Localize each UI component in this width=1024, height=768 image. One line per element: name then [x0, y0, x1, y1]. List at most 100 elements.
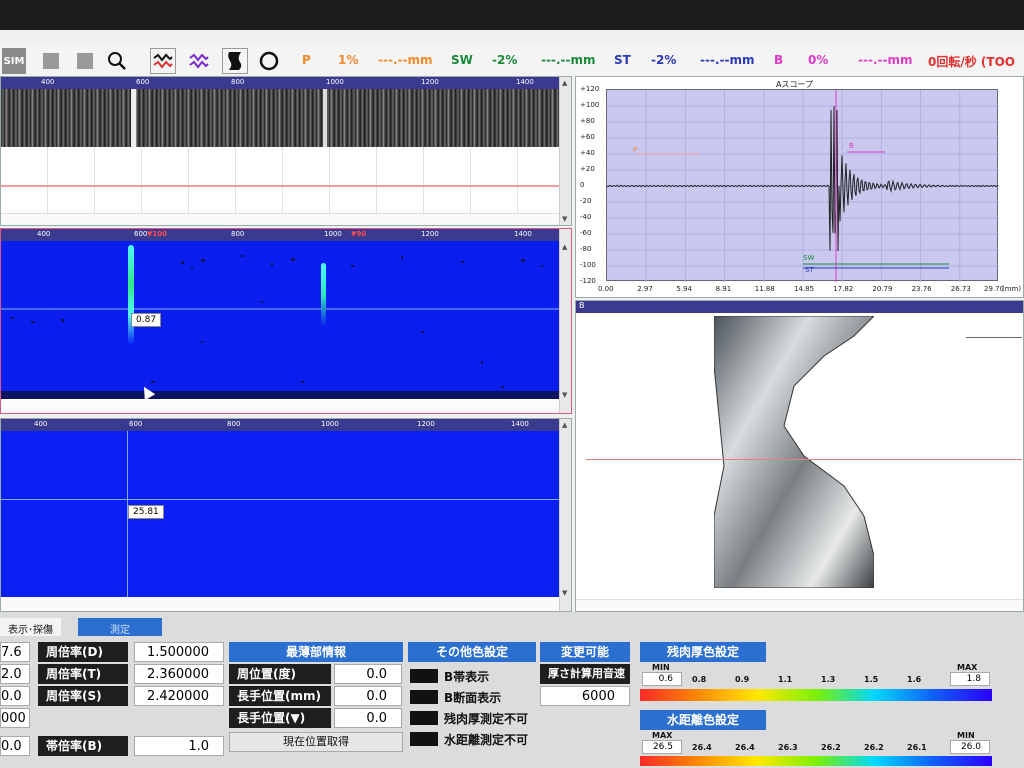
ruler-marker: ▼100 [147, 230, 167, 238]
get-position-button[interactable]: 現在位置取得 [229, 732, 403, 752]
left-value-5[interactable]: 0.0 [0, 736, 30, 756]
cscan-noise [1, 255, 559, 399]
mag-t-label: 周倍率(T) [38, 664, 128, 684]
cscan-value-label: 0.87 [131, 313, 162, 327]
thickness-hscroll[interactable] [1, 599, 559, 611]
y-tick-label: +80 [580, 117, 595, 125]
strip-vscroll[interactable]: ▲ ▼ [559, 77, 571, 225]
b-band-swatch[interactable] [410, 669, 438, 683]
scale-tick-label: 1.5 [864, 675, 879, 684]
ruler-tick: 1000 [326, 78, 344, 86]
thickness-image[interactable] [1, 431, 559, 597]
waveform-purple-button[interactable] [186, 48, 212, 74]
water-max-input[interactable]: 26.5 [642, 740, 682, 754]
sound-speed-input[interactable]: 6000 [540, 686, 630, 706]
changeable-header: 変更可能 [540, 642, 630, 662]
ruler-tick: 1200 [421, 78, 439, 86]
bottom-ruler: 400 600 800 1000 1200 1400 [1, 419, 559, 431]
thickness-cursor-line [1, 499, 559, 500]
strip-hscroll[interactable] [1, 213, 559, 225]
p-gate-label: P [302, 53, 311, 67]
scale-tick-label: 0.8 [692, 675, 707, 684]
shape-s-button[interactable] [222, 48, 248, 74]
y-tick-label: +60 [580, 133, 595, 141]
tab-display[interactable]: 表示･探傷 [0, 618, 61, 636]
cscan-image[interactable] [1, 241, 559, 401]
left-value-4[interactable]: 000 [0, 708, 30, 728]
other-color-header: その他色設定 [408, 642, 536, 662]
thickness-value-label: 25.81 [128, 505, 164, 519]
thickness-vscroll[interactable]: ▲ ▼ [559, 419, 571, 611]
waveform-red-button[interactable] [150, 48, 176, 74]
mag-d-input[interactable]: 1.500000 [134, 642, 224, 662]
sw-gate-mm: ---.--mm [541, 53, 596, 67]
stop-button[interactable] [38, 48, 64, 74]
scale-tick-label: 1.3 [821, 675, 836, 684]
circle-icon [259, 51, 279, 71]
st-gate-label: ST [614, 53, 631, 67]
pos-tri-input[interactable]: 0.0 [334, 708, 402, 728]
sim-button[interactable]: SIM [2, 48, 26, 74]
cscan-hscroll[interactable] [1, 401, 559, 413]
thickness-na-swatch[interactable] [410, 711, 438, 725]
b-gate-percent: 0% [808, 53, 829, 67]
app-window: SIM P 1% ---.--mm SW -2% ---.--mm ST -2%… [0, 30, 1024, 768]
cscan-defect-mark [321, 263, 326, 327]
ruler-tick: 1400 [514, 230, 532, 238]
left-value-3[interactable]: 0.0 [0, 686, 30, 706]
x-tick-label: 8.91 [715, 285, 732, 293]
circle-button[interactable] [256, 48, 282, 74]
scale-tick-label: 1.6 [907, 675, 922, 684]
bview-photo [713, 315, 876, 589]
x-tick-label: 11.88 [754, 285, 775, 293]
mag-s-label: 周倍率(S) [38, 686, 128, 706]
record-button[interactable] [72, 48, 98, 74]
p-gate-percent: 1% [338, 53, 359, 67]
pos-deg-label: 周位置(度) [229, 664, 331, 684]
b-gate-mm: ---.--mm [858, 53, 913, 67]
ruler-tick: 1200 [417, 420, 435, 428]
thickness-min-input[interactable]: 0.6 [642, 672, 682, 686]
x-tick-label: 14.85 [794, 285, 815, 293]
tab-measure[interactable]: 測定 [78, 618, 162, 636]
x-tick-label: 2.97 [637, 285, 653, 293]
ruler-tick: 1200 [421, 230, 439, 238]
scale-tick-label: 26.2 [864, 743, 884, 752]
x-tick-label: (mm) [1002, 285, 1022, 293]
ascope-panel: Aスコープ P B SW ST +120 +100 +80 +60 +40 +20 0 -20 -40… [575, 76, 1024, 298]
water-color-header: 水距離色設定 [640, 710, 766, 730]
left-value-1[interactable]: 7.6 [0, 642, 30, 662]
zoom-button[interactable] [104, 48, 130, 74]
ruler-tick: 1400 [511, 420, 529, 428]
rotation-speed: 0回転/秒 (TOO [928, 55, 1015, 69]
thickness-min-caption: MIN [652, 663, 670, 672]
bview-hscroll[interactable] [576, 599, 1023, 611]
ruler-tick: 1400 [516, 78, 534, 86]
b-section-swatch[interactable] [410, 690, 438, 704]
x-tick-label: 0.00 [598, 285, 614, 293]
square-icon [77, 53, 93, 69]
mag-s-input[interactable]: 2.420000 [134, 686, 224, 706]
ruler-tick: 1000 [324, 230, 342, 238]
cscan-vscroll[interactable]: ▲ ▼ [559, 229, 571, 413]
ruler-tick: 400 [37, 230, 51, 238]
thickness-max-input[interactable]: 1.8 [950, 672, 990, 686]
strip-white-mark [131, 89, 136, 147]
band-label: 帯倍率(B) [38, 736, 128, 756]
water-na-swatch[interactable] [410, 732, 438, 746]
bview-scale-bar [966, 337, 1022, 338]
left-value-2[interactable]: 2.0 [0, 664, 30, 684]
ruler-tick: 400 [41, 78, 55, 86]
water-min-input[interactable]: 26.0 [950, 740, 990, 754]
waveform-icon [153, 53, 173, 69]
pos-mm-input[interactable]: 0.0 [334, 686, 402, 706]
mag-t-input[interactable]: 2.360000 [134, 664, 224, 684]
x-tick-label: 20.79 [872, 285, 893, 293]
b-band-label: B帯表示 [444, 670, 490, 684]
band-input[interactable]: 1.0 [134, 736, 224, 756]
sw-gate-label: SW [451, 53, 473, 67]
pos-deg-input[interactable]: 0.0 [334, 664, 402, 684]
ascope-plot[interactable]: P B SW ST [606, 89, 999, 282]
x-tick-label: 26.73 [950, 285, 971, 293]
control-panel: 表示･探傷 測定 7.6 2.0 0.0 000 0.0 周倍率(D) 1.50… [0, 612, 1024, 768]
